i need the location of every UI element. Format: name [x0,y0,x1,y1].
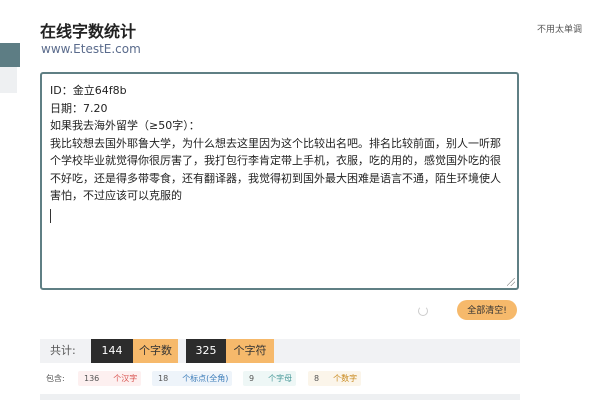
text-line-date: 日期：7.20 [50,101,108,115]
breakdown-hanzi-unit: 个汉字 [113,374,138,383]
breakdown-digits: 8 个数字 [308,371,362,386]
breakdown-letters: 9 个字母 [243,371,297,386]
resize-handle-icon[interactable] [507,278,515,286]
breakdown-punct-unit: 个标点(全角) [182,374,229,383]
stats-bar: 共计: 144 个字数 325 个字符 [40,339,520,363]
breakdown-punct-value: 18 [158,374,169,383]
site-url[interactable]: www.EtestE.com [41,42,141,56]
breakdown-digits-value: 8 [314,374,320,383]
breakdown-label: 包含: [46,374,65,383]
page-title: 在线字数统计 [40,22,137,41]
clear-all-button[interactable]: 全部清空! [457,300,517,320]
text-input-area[interactable]: ID：金立64f8b 日期：7.20 如果我去海外留学（≥50字）： 我比较想去… [40,72,519,290]
total-label: 共计: [50,344,76,357]
text-line-prompt: 如果我去海外留学（≥50字）： [50,119,200,132]
char-count-value: 144 [91,339,133,363]
loading-spinner-icon [418,306,428,316]
text-line-body: 我比较想去国外耶鲁大学，为什么想去这里因为这个比较出名吧。排名比较前面，别人一听… [50,136,501,203]
sidebar-tab[interactable] [0,67,17,93]
breakdown-hanzi-value: 136 [84,374,100,383]
symbol-count-value: 325 [186,339,226,363]
breakdown-punct: 18 个标点(全角) [152,371,233,386]
breakdown-digits-unit: 个数字 [333,374,358,383]
sidebar-tab-active[interactable] [0,43,20,67]
bottom-strip [40,394,520,400]
text-caret [50,208,51,223]
corner-link[interactable]: 不用太单调 [537,22,582,35]
char-count-unit: 个字数 [133,339,178,363]
breakdown-letters-value: 9 [249,374,255,383]
breakdown-hanzi: 136 个汉字 [78,371,142,386]
breakdown-letters-unit: 个字母 [268,374,293,383]
text-line-id: ID：金立64f8b [50,84,127,97]
symbol-count-unit: 个字符 [226,339,274,363]
